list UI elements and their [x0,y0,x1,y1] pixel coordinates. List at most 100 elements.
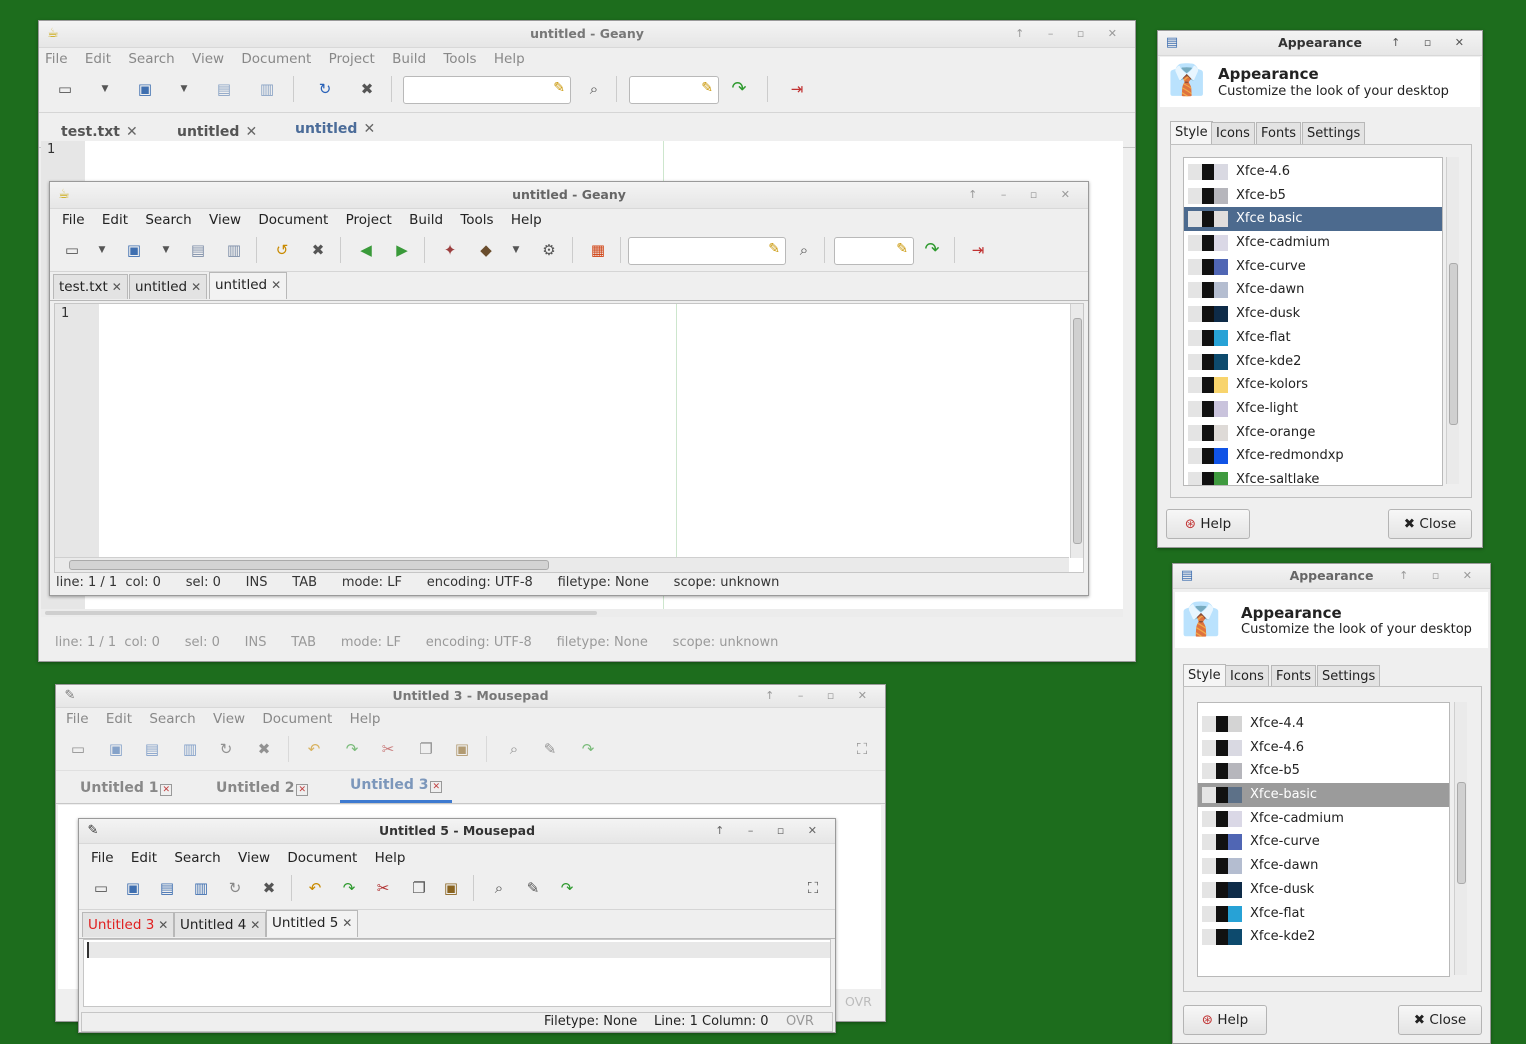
theme-row[interactable]: Xfce-dusk [1184,302,1442,326]
menu-document[interactable]: Document [241,51,311,67]
compile-icon[interactable]: ✦ [440,240,460,260]
theme-row[interactable]: Xfce-dusk [1198,878,1449,902]
theme-row[interactable]: Xfce-4.4 [1198,712,1449,736]
tab-untitled-2[interactable]: untitled ✕ [209,272,288,299]
menu-edit[interactable]: Edit [85,51,111,67]
menu-view[interactable]: View [213,711,245,727]
window-controls[interactable]: ↑ – ▫ ✕ [715,819,827,843]
vertical-scrollbar[interactable] [1446,157,1459,484]
titlebar[interactable]: ▤ Appearance ↑ ▫ ✕ [1158,31,1482,56]
menu-help[interactable]: Help [350,711,381,727]
theme-row[interactable]: Xfce-cadmium [1198,807,1449,831]
chevron-down-icon[interactable]: ▼ [156,240,176,260]
close-icon[interactable]: ✕ [430,781,442,793]
undo-icon[interactable]: ↶ [305,878,325,898]
theme-list[interactable]: Xfce-4.6 Xfce-b5 Xfce basic Xfce-cadmium Xfc… [1183,157,1443,486]
find-icon[interactable]: ⌕ [794,240,814,260]
close-icon[interactable]: ✖ [308,240,328,260]
menu-edit[interactable]: Edit [102,212,128,228]
theme-row[interactable]: Xfce-light [1184,397,1442,421]
reload-icon[interactable]: ↻ [216,739,236,759]
goto-line-input[interactable]: ✎ [629,76,719,104]
close-icon[interactable]: ✕ [250,918,260,932]
undo-icon[interactable]: ↶ [304,739,324,759]
menu-search[interactable]: Search [174,850,220,866]
forward-arrow-icon[interactable]: ▶ [392,240,412,260]
theme-row[interactable]: Xfce-flat [1198,902,1449,926]
tab-test-txt[interactable]: test.txt ✕ [53,274,128,299]
close-icon[interactable]: ✕ [160,784,172,796]
theme-row[interactable]: Xfce-kde2 [1198,925,1449,949]
titlebar[interactable]: ✎ Untitled 5 - Mousepad ↑ – ▫ ✕ [79,819,835,844]
reload-icon[interactable]: ↻ [315,79,335,99]
editor-area[interactable]: 1 [54,303,1084,573]
tab-fonts[interactable]: Fonts [1256,122,1302,145]
theme-row[interactable]: Xfce-flat [1184,326,1442,350]
quit-icon[interactable]: ⇥ [787,79,807,99]
new-file-icon[interactable]: ▭ [91,878,111,898]
tab-untitled-3[interactable]: Untitled 3 ✕ [340,770,452,803]
close-icon[interactable]: ✕ [245,124,257,140]
titlebar[interactable]: ▤ Appearance ↑ ▫ ✕ [1173,564,1490,589]
menu-project[interactable]: Project [329,51,375,67]
goto-icon[interactable]: ↷ [578,739,598,759]
menu-build[interactable]: Build [392,51,426,67]
appearance-dialog-bottom[interactable]: ▤ Appearance ↑ ▫ ✕ 👔 Appearance Customiz… [1172,563,1491,1044]
open-file-icon[interactable]: ▣ [123,878,143,898]
tab-untitled-5[interactable]: Untitled 5 ✕ [266,910,359,937]
revert-icon[interactable]: ↺ [272,240,292,260]
close-icon[interactable]: ✕ [191,280,201,294]
redo-icon[interactable]: ↷ [339,878,359,898]
close-icon[interactable]: ✕ [342,916,352,930]
menu-search[interactable]: Search [145,212,191,228]
theme-row[interactable]: Xfce-kde2 [1184,350,1442,374]
window-controls[interactable]: ↑ – ▫ ✕ [765,685,877,707]
theme-row[interactable]: Xfce-dawn [1198,854,1449,878]
theme-row[interactable]: Xfce-curve [1184,255,1442,279]
menu-view[interactable]: View [192,51,224,67]
theme-list[interactable]: Xfce-4.4 Xfce-4.6 Xfce-b5 Xfce-basic Xfce-ca… [1197,702,1450,977]
clear-icon[interactable]: ✎ [896,241,908,257]
menu-edit[interactable]: Edit [106,711,132,727]
theme-row[interactable]: Xfce-orange [1184,421,1442,445]
find-icon[interactable]: ⌕ [489,878,509,898]
titlebar[interactable]: ☕ untitled - Geany ↑ – ▫ ✕ [50,182,1088,209]
tab-settings[interactable]: Settings [1302,122,1366,145]
tab-untitled-1[interactable]: untitled ✕ [129,274,208,299]
vertical-scrollbar[interactable] [1070,304,1083,558]
menu-build[interactable]: Build [409,212,443,228]
geany-window-front[interactable]: ☕ untitled - Geany ↑ – ▫ ✕ File Edit Sea… [49,181,1089,596]
tab-icons[interactable]: Icons [1225,665,1269,688]
editor-area[interactable] [83,939,831,1007]
find-icon[interactable]: ⌕ [504,739,524,759]
jump-icon[interactable]: ↷ [922,240,942,260]
save-all-icon[interactable]: ▥ [224,240,244,260]
chevron-down-icon[interactable]: ▼ [95,79,115,99]
tab-style[interactable]: Style [1170,121,1213,144]
cut-icon[interactable]: ✂ [378,739,398,759]
save-all-icon[interactable]: ▥ [257,79,277,99]
clear-icon[interactable]: ✎ [768,241,780,257]
theme-row[interactable]: Xfce-curve [1198,830,1449,854]
menu-help[interactable]: Help [494,51,525,67]
menu-document[interactable]: Document [262,711,332,727]
vertical-scrollbar[interactable] [1454,702,1467,975]
menu-file[interactable]: File [45,51,68,67]
new-file-icon[interactable]: ▭ [55,79,75,99]
theme-row[interactable]: Xfce-b5 [1198,759,1449,783]
menu-search[interactable]: Search [128,51,174,67]
menu-help[interactable]: Help [375,850,406,866]
new-file-icon[interactable]: ▭ [62,240,82,260]
clear-icon[interactable]: ✎ [553,80,565,96]
menu-view[interactable]: View [209,212,241,228]
theme-row[interactable]: Xfce-cadmium [1184,231,1442,255]
menu-tools[interactable]: Tools [460,212,493,228]
horizontal-scrollbar[interactable] [55,557,1069,572]
chevron-down-icon[interactable]: ▼ [92,240,112,260]
save-icon[interactable]: ▤ [188,240,208,260]
titlebar[interactable]: ☕ untitled - Geany ↑ – ▫ ✕ [39,21,1135,48]
menu-view[interactable]: View [238,850,270,866]
window-controls[interactable]: ↑ – ▫ ✕ [968,182,1080,208]
theme-row[interactable]: Xfce basic [1184,207,1442,232]
mousepad-window-front[interactable]: ✎ Untitled 5 - Mousepad ↑ – ▫ ✕ File Edi… [78,818,836,1033]
